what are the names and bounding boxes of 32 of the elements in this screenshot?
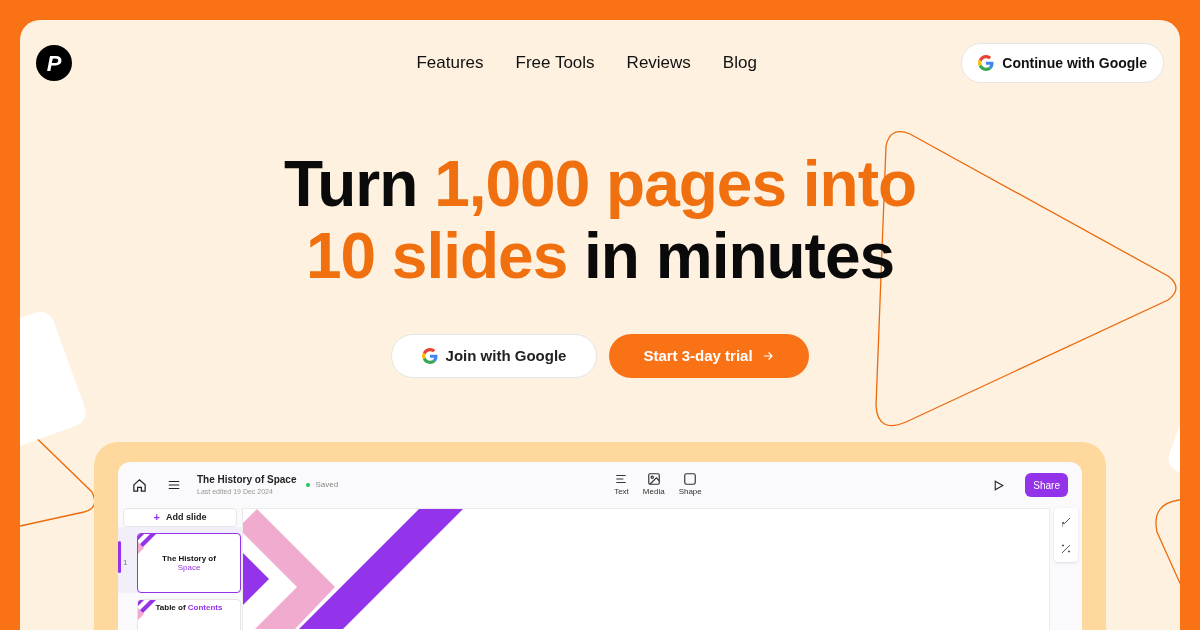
join-with-google-button[interactable]: Join with Google [391,334,597,378]
add-slide-button[interactable]: + Add slide [123,508,237,527]
image-icon [646,472,661,486]
home-icon[interactable] [132,477,147,493]
slide-number: 1 [123,556,128,569]
slide-thumbnail[interactable]: The History of Space [137,532,241,593]
plus-sign: + [153,510,160,525]
continue-with-google-button[interactable]: Continue with Google [961,43,1164,83]
play-icon[interactable] [992,478,1006,492]
square-icon [683,472,698,486]
align-left-icon [614,472,629,486]
selection-bar [118,540,121,573]
stripes-drawing [138,599,156,620]
nav-link[interactable]: Free Tools [515,50,595,76]
thumbnail-accent: Space [177,562,201,572]
nav-link[interactable]: Features [416,50,484,76]
thumbnail-title: Table of Contents [155,602,223,612]
presentation-title: The History of Space [197,473,297,488]
thumbnail-title: The History of [162,553,216,563]
nav-link[interactable]: Blog [722,50,757,76]
toolbar-button[interactable]: Shape [678,472,702,498]
share-button[interactable]: Share [1025,473,1068,497]
google-icon [978,55,995,71]
stripes-drawing [138,533,156,554]
toolbar-button[interactable]: Media [642,472,665,498]
google-icon [421,348,438,364]
saved-status: Saved [315,479,339,491]
toolbar-button[interactable]: Text [614,472,629,498]
slide-thumbnail[interactable]: Table of Contents [137,598,241,630]
nav-link[interactable]: Reviews [626,50,691,76]
menu-icon[interactable] [167,478,181,492]
logo[interactable]: P [36,45,72,81]
